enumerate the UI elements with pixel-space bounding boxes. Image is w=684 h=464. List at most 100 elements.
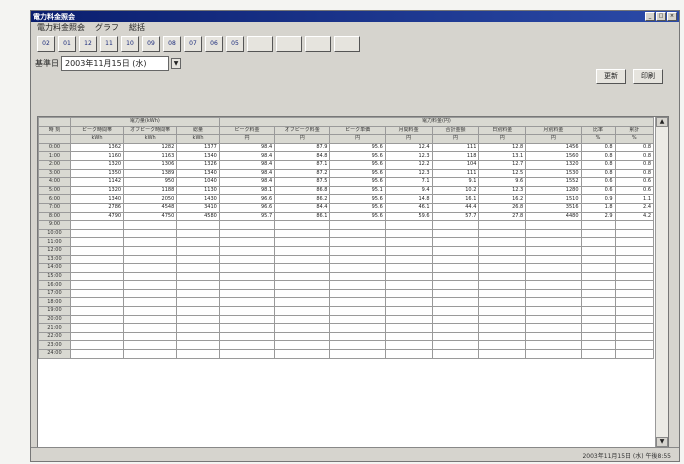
toolbar-button-10[interactable]: 10: [121, 36, 139, 52]
table-cell[interactable]: 950: [123, 177, 178, 187]
close-icon[interactable]: ×: [667, 12, 677, 21]
maximize-icon[interactable]: □: [656, 12, 666, 21]
table-cell[interactable]: 1552: [525, 177, 582, 187]
table-row[interactable]: 3:00 1350 1389 1340 98.4 87.2 95.6 12.3 111 12.5 1…: [38, 168, 655, 179]
refresh-button[interactable]: 更新: [596, 69, 626, 84]
table-cell[interactable]: 1130: [176, 185, 220, 196]
table-cell[interactable]: 12.3: [478, 185, 527, 196]
table-cell[interactable]: 0.6: [614, 185, 655, 196]
table-cell[interactable]: [329, 254, 386, 265]
table-cell[interactable]: [580, 297, 616, 308]
table-cell[interactable]: [274, 288, 331, 299]
table-cell[interactable]: [218, 280, 276, 290]
row-time[interactable]: 5:00: [38, 185, 71, 196]
table-cell[interactable]: [274, 237, 331, 247]
row-time[interactable]: 4:00: [38, 177, 71, 187]
table-cell[interactable]: [614, 314, 655, 325]
table-row[interactable]: 5:00 1320 1188 1130 98.1 86.8 95.1 9.4 10.2 12.3 1…: [38, 185, 655, 196]
table-cell[interactable]: [580, 280, 616, 290]
table-cell[interactable]: [329, 237, 386, 247]
table-cell[interactable]: [580, 349, 616, 359]
table-cell[interactable]: [329, 245, 386, 256]
table-row[interactable]: 7:00 2786 4548 3410 96.6 84.4 95.6 46.1 44.4 26.8…: [38, 202, 655, 213]
table-cell[interactable]: [478, 297, 527, 308]
table-cell[interactable]: [123, 288, 178, 299]
table-cell[interactable]: [580, 314, 616, 325]
table-cell[interactable]: 4480: [525, 211, 582, 222]
table-cell[interactable]: [329, 331, 386, 342]
table-cell[interactable]: [176, 228, 220, 239]
menu-item-summary[interactable]: 総括: [129, 22, 145, 33]
table-row[interactable]: 2:00 1320 1306 1326 98.4 87.1 95.6 12.2 104 12.7 1…: [38, 159, 655, 170]
table-cell[interactable]: [525, 271, 582, 282]
table-cell[interactable]: 98.1: [218, 185, 276, 196]
table-cell[interactable]: 0.8: [580, 159, 616, 170]
table-cell[interactable]: [614, 288, 655, 299]
table-cell[interactable]: [614, 280, 655, 290]
table-cell[interactable]: 10.2: [431, 185, 480, 196]
table-cell[interactable]: [123, 220, 178, 230]
table-cell[interactable]: [431, 340, 480, 351]
table-cell[interactable]: [580, 245, 616, 256]
table-cell[interactable]: 96.6: [218, 202, 276, 213]
table-cell[interactable]: [478, 237, 527, 247]
table-cell[interactable]: [69, 314, 125, 325]
table-cell[interactable]: [329, 288, 386, 299]
table-row[interactable]: 17:00: [38, 288, 655, 299]
table-cell[interactable]: [218, 263, 276, 273]
row-time[interactable]: 23:00: [38, 340, 71, 351]
table-cell[interactable]: 84.4: [274, 202, 331, 213]
table-cell[interactable]: 16.1: [431, 194, 480, 204]
table-cell[interactable]: 1320: [69, 185, 125, 196]
table-cell[interactable]: 1350: [69, 168, 125, 179]
table-cell[interactable]: 86.1: [274, 211, 331, 222]
table-row[interactable]: 8:00 4790 4750 4580 95.7 86.1 95.6 59.6 57.7 27.8…: [38, 211, 655, 222]
table-cell[interactable]: [478, 280, 527, 290]
table-cell[interactable]: 1340: [176, 168, 220, 179]
table-cell[interactable]: 1560: [525, 151, 582, 161]
table-cell[interactable]: [274, 297, 331, 308]
table-cell[interactable]: [478, 228, 527, 239]
table-cell[interactable]: 0.8: [614, 142, 655, 153]
table-row[interactable]: 9:00: [38, 220, 655, 230]
row-time[interactable]: 12:00: [38, 245, 71, 256]
table-cell[interactable]: 4.2: [614, 211, 655, 222]
table-cell[interactable]: [384, 237, 433, 247]
table-row[interactable]: 1:00 1160 1163 1340 98.4 84.8 95.6 12.3 118 13.1 1…: [38, 151, 655, 161]
table-cell[interactable]: [123, 306, 178, 316]
arrow-down-icon[interactable]: ▼: [656, 437, 668, 447]
table-cell[interactable]: [329, 297, 386, 308]
table-cell[interactable]: [218, 331, 276, 342]
table-cell[interactable]: [525, 228, 582, 239]
row-time[interactable]: 11:00: [38, 237, 71, 247]
table-cell[interactable]: [384, 349, 433, 359]
table-cell[interactable]: 12.3: [384, 168, 433, 179]
table-cell[interactable]: 14.8: [384, 194, 433, 204]
table-cell[interactable]: [274, 220, 331, 230]
table-cell[interactable]: [614, 237, 655, 247]
table-cell[interactable]: [218, 254, 276, 265]
row-time[interactable]: 0:00: [38, 142, 71, 153]
table-cell[interactable]: 1188: [123, 185, 178, 196]
table-cell[interactable]: [123, 331, 178, 342]
table-cell[interactable]: 12.3: [384, 151, 433, 161]
table-cell[interactable]: 12.8: [478, 142, 527, 153]
table-cell[interactable]: [274, 245, 331, 256]
table-cell[interactable]: [123, 349, 178, 359]
table-cell[interactable]: 1.1: [614, 194, 655, 204]
table-cell[interactable]: [384, 280, 433, 290]
table-cell[interactable]: 95.7: [218, 211, 276, 222]
table-cell[interactable]: 2.4: [614, 202, 655, 213]
toolbar-button-d[interactable]: [334, 36, 360, 52]
table-cell[interactable]: [69, 280, 125, 290]
row-time[interactable]: 7:00: [38, 202, 71, 213]
row-time[interactable]: 14:00: [38, 263, 71, 273]
table-cell[interactable]: 46.1: [384, 202, 433, 213]
table-cell[interactable]: 86.2: [274, 194, 331, 204]
table-cell[interactable]: [478, 340, 527, 351]
table-cell[interactable]: [525, 349, 582, 359]
row-time[interactable]: 13:00: [38, 254, 71, 265]
table-cell[interactable]: 0.6: [614, 177, 655, 187]
table-cell[interactable]: 1340: [69, 194, 125, 204]
table-cell[interactable]: [69, 297, 125, 308]
